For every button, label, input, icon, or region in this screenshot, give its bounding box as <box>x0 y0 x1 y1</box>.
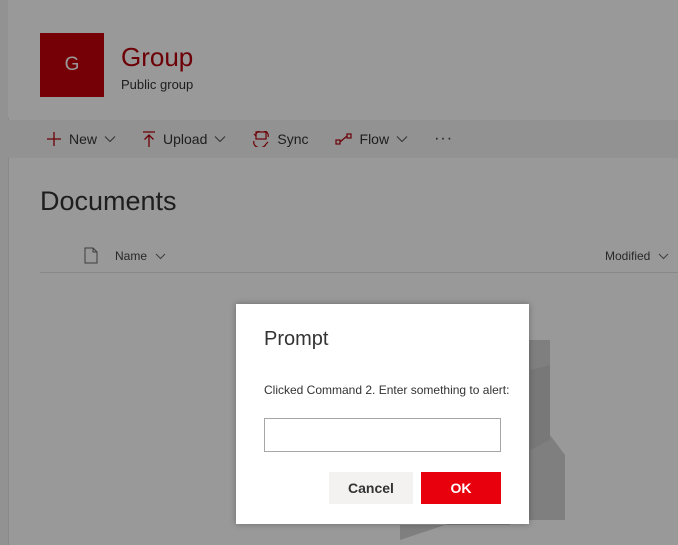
cancel-button[interactable]: Cancel <box>329 472 413 504</box>
dialog-message: Clicked Command 2. Enter something to al… <box>264 383 510 397</box>
prompt-dialog: Prompt Clicked Command 2. Enter somethin… <box>236 304 529 524</box>
dialog-title: Prompt <box>264 328 329 350</box>
ok-button[interactable]: OK <box>421 472 501 504</box>
prompt-input[interactable] <box>264 418 501 452</box>
